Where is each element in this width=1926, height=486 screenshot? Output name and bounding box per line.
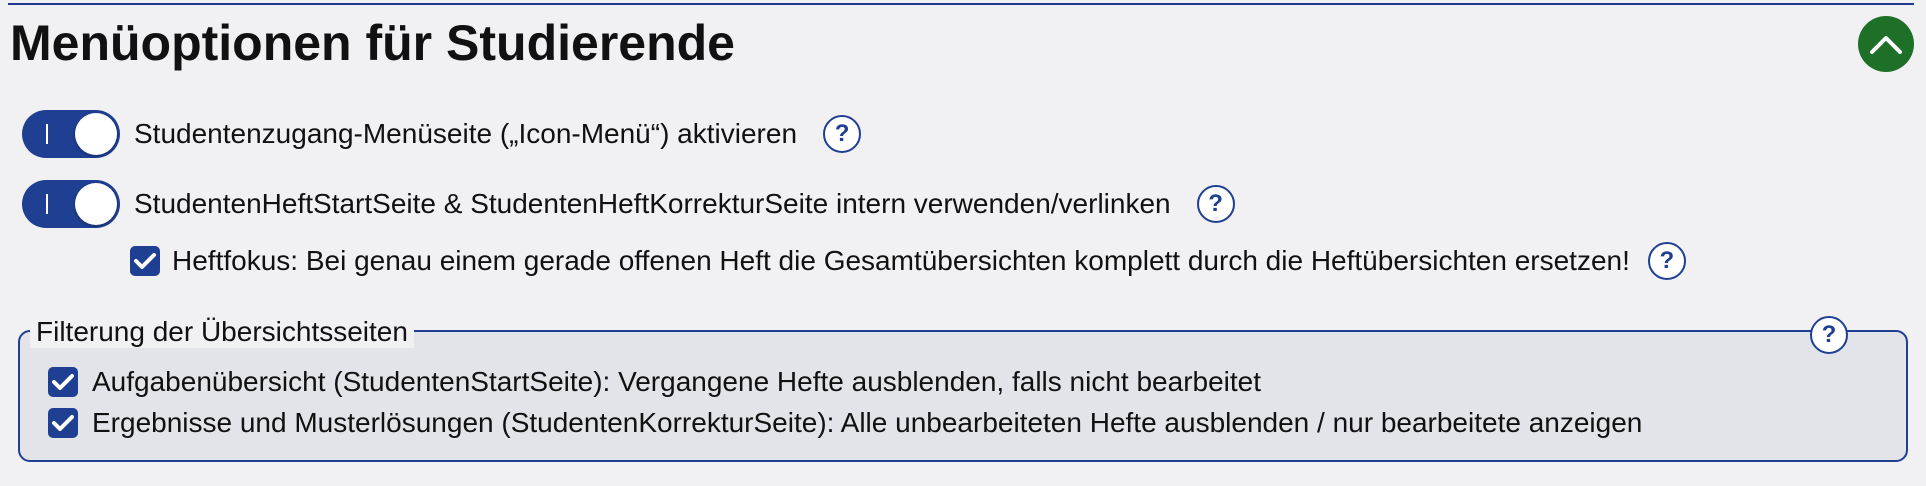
toggle-on-mark (46, 124, 48, 144)
chevron-up-icon (1870, 36, 1902, 54)
toggle-knob (75, 183, 117, 225)
filter-item-label: Aufgabenübersicht (StudentenStartSeite):… (92, 366, 1262, 397)
heft-pages-label: StudentenHeftStartSeite & StudentenHeftK… (134, 188, 1171, 219)
help-icon[interactable]: ? (1196, 185, 1235, 223)
help-icon[interactable]: ? (1647, 242, 1686, 280)
checkmark-icon (134, 253, 156, 269)
menu-options-panel: Menüoptionen für Studierende Studentenzu… (0, 0, 1926, 486)
checkmark-icon (52, 415, 74, 431)
filter-item: Ergebnisse und Musterlösungen (Studenten… (48, 407, 1642, 439)
heftfokus-label: Heftfokus: Bei genau einem gerade offene… (172, 245, 1630, 276)
help-icon[interactable]: ? (823, 115, 862, 153)
help-icon[interactable]: ? (1810, 316, 1848, 354)
toggle-knob (75, 113, 117, 155)
heft-pages-toggle[interactable] (22, 180, 120, 228)
filter-item-label: Ergebnisse und Musterlösungen (Studenten… (92, 407, 1643, 438)
top-divider (8, 3, 1914, 5)
heftfokus-option: Heftfokus: Bei genau einem gerade offene… (130, 242, 1686, 280)
icon-menu-option: Studentenzugang-Menüseite („Icon-Menü“) … (22, 110, 862, 158)
heft-pages-option: StudentenHeftStartSeite & StudentenHeftK… (22, 180, 1235, 228)
filter-checkbox-aufgaben[interactable] (48, 367, 78, 397)
filter-checkbox-ergebnisse[interactable] (48, 408, 78, 438)
toggle-on-mark (46, 194, 48, 214)
icon-menu-label: Studentenzugang-Menüseite („Icon-Menü“) … (134, 118, 798, 149)
filter-item: Aufgabenübersicht (StudentenStartSeite):… (48, 366, 1261, 398)
collapse-button[interactable] (1858, 16, 1914, 72)
icon-menu-toggle[interactable] (22, 110, 120, 158)
filter-legend: Filterung der Übersichtsseiten (30, 316, 414, 348)
heftfokus-checkbox[interactable] (130, 246, 160, 276)
checkmark-icon (52, 374, 74, 390)
section-title: Menüoptionen für Studierende (10, 15, 735, 71)
